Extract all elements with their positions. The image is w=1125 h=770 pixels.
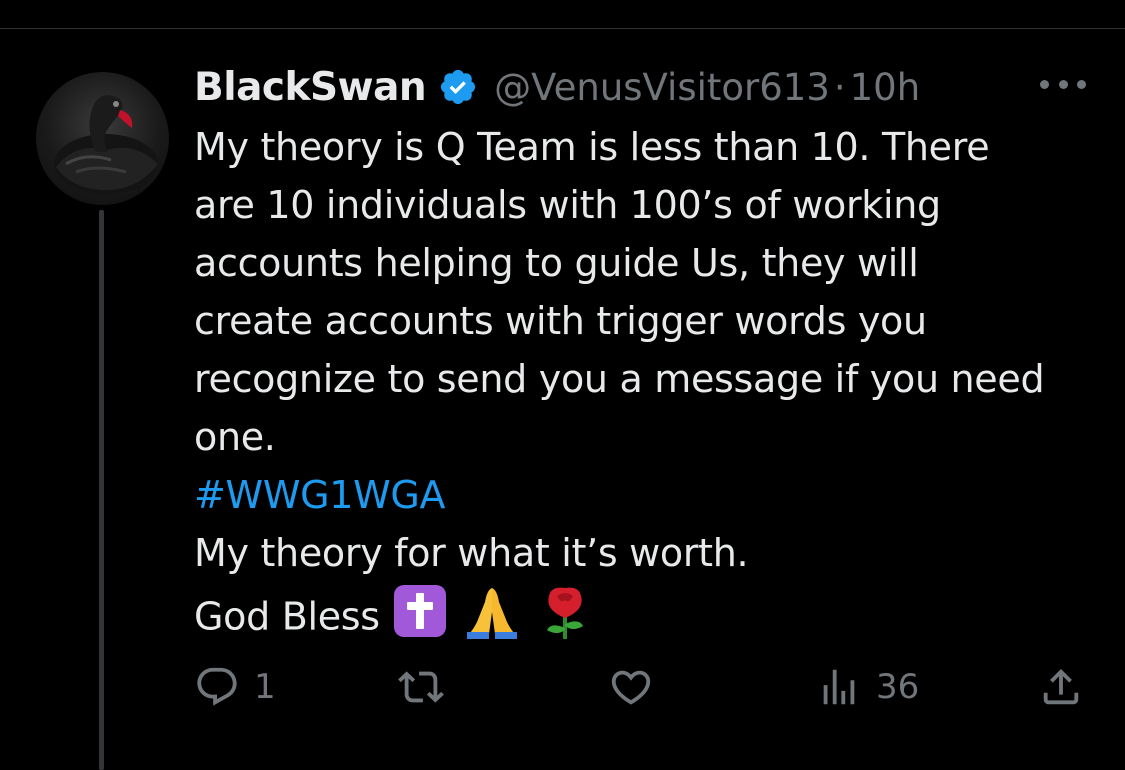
views-count: 36 bbox=[876, 667, 920, 707]
tweet-closing-text: God Bless bbox=[194, 594, 380, 639]
separator-dot: · bbox=[833, 65, 846, 109]
more-dot bbox=[1058, 79, 1068, 89]
tweet-text: My theory is Q Team is less than 10. The… bbox=[194, 118, 1104, 656]
black-swan-avatar-icon bbox=[54, 95, 158, 194]
share-button[interactable] bbox=[1038, 662, 1084, 712]
more-dot bbox=[1040, 79, 1049, 89]
views-icon bbox=[823, 669, 855, 705]
timestamp[interactable]: 10h bbox=[850, 66, 921, 109]
user-handle[interactable]: @VenusVisitor613 bbox=[494, 66, 830, 109]
tweet-closing-line: God Bless bbox=[194, 582, 1104, 656]
latin-cross-emoji-icon bbox=[392, 583, 448, 655]
tweet-header: BlackSwan @VenusVisitor613 · 10h bbox=[194, 62, 920, 112]
folded-hands-emoji-icon bbox=[463, 582, 521, 656]
more-dot bbox=[1077, 79, 1086, 89]
top-divider bbox=[0, 28, 1125, 29]
more-icon[interactable] bbox=[1040, 72, 1086, 96]
tweet-line: one. bbox=[194, 415, 276, 459]
tweet-line: My theory for what it’s worth. bbox=[194, 531, 749, 575]
tweet-line: accounts helping to guide Us, they will bbox=[194, 241, 919, 285]
retweet-icon bbox=[398, 671, 444, 703]
display-name[interactable]: BlackSwan bbox=[194, 65, 427, 110]
thread-line bbox=[99, 210, 104, 770]
reply-count: 1 bbox=[254, 667, 276, 707]
reply-button[interactable]: 1 bbox=[194, 662, 276, 712]
like-icon bbox=[611, 670, 651, 705]
like-button[interactable] bbox=[608, 662, 654, 712]
rose-emoji-icon bbox=[537, 582, 593, 656]
hashtag-link[interactable]: #WWG1WGA bbox=[194, 473, 446, 517]
tweet-line: are 10 individuals with 100’s of working bbox=[194, 183, 941, 227]
reply-icon bbox=[197, 667, 237, 706]
avatar[interactable] bbox=[36, 72, 169, 205]
verified-badge-icon bbox=[438, 67, 478, 107]
tweet-line: My theory is Q Team is less than 10. The… bbox=[194, 125, 990, 169]
tweet-line: create accounts with trigger words you bbox=[194, 299, 927, 343]
share-icon bbox=[1043, 668, 1079, 705]
views-button[interactable]: 36 bbox=[816, 662, 919, 712]
tweet-actions: 1 36 bbox=[194, 662, 1094, 712]
tweet-line: recognize to send you a message if you n… bbox=[194, 357, 1045, 401]
retweet-button[interactable] bbox=[398, 662, 444, 712]
